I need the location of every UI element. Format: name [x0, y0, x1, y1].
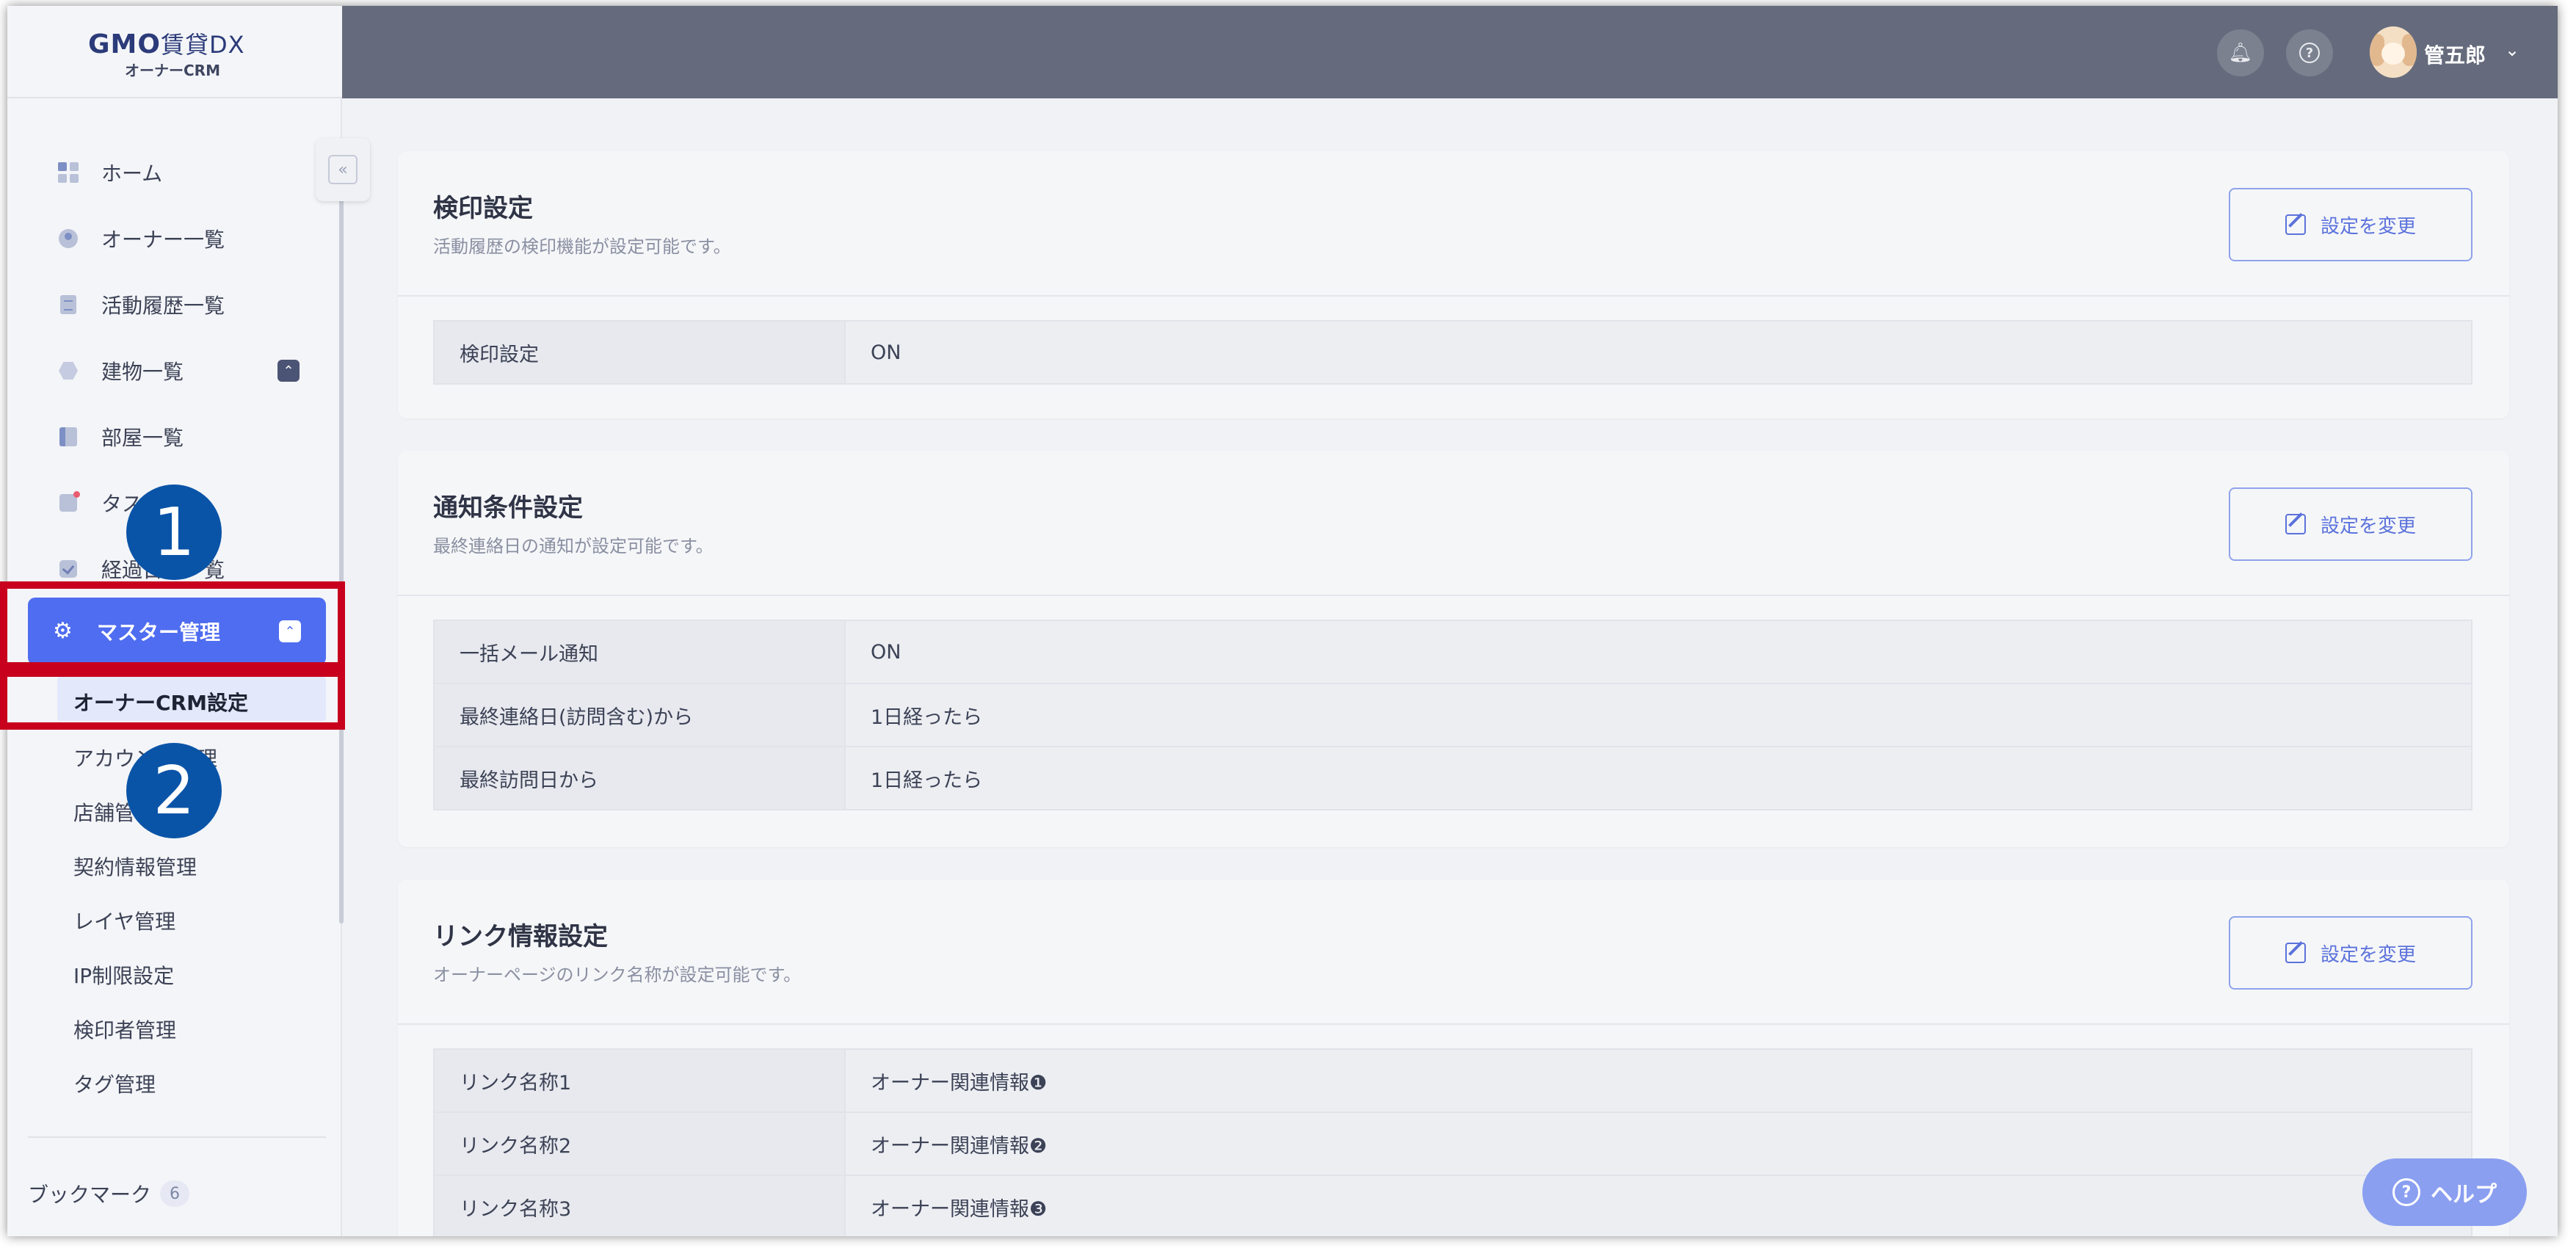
edit-settings-button[interactable]: 設定を変更	[2229, 916, 2472, 990]
table-row: リンク名称3 オーナー関連情報❸	[433, 1175, 2472, 1236]
card-divider	[398, 595, 2509, 596]
card-description: 最終連絡日の通知が設定可能です。	[433, 536, 714, 556]
owner-icon	[57, 228, 79, 250]
stamp-settings-card: 検印設定 活動履歴の検印機能が設定可能です。 設定を変更 検印設定 ON	[398, 151, 2509, 418]
bookmark-count-badge: 6	[160, 1180, 190, 1207]
chevron-down-icon[interactable]: ⌄	[2505, 40, 2519, 60]
table-row: リンク名称2 オーナー関連情報❷	[433, 1111, 2472, 1176]
double-chevron-left-icon: «	[328, 155, 358, 184]
table-key: 最終訪問日から	[433, 746, 846, 810]
sidebar-item-label: ホーム	[101, 162, 163, 186]
card-divider	[398, 1023, 2509, 1025]
app-window: GMO賃貸DX オーナーCRM ホーム オーナー一覧 活動履歴一覧 建物一覧 ⌃…	[7, 6, 2558, 1236]
sidebar-item-activity[interactable]: 活動履歴一覧	[28, 279, 326, 330]
button-label: 設定を変更	[2320, 215, 2416, 238]
sidebar-scrollbar[interactable]	[339, 145, 344, 924]
building-icon	[57, 360, 79, 382]
chevron-up-icon[interactable]: ⌃	[277, 360, 300, 382]
table-value: 1日経ったら	[844, 746, 2472, 810]
logo-suffix-text: 賃貸DX	[160, 31, 245, 59]
table-key: リンク名称1	[433, 1048, 846, 1113]
app-logo[interactable]: GMO賃貸DX オーナーCRM	[7, 6, 342, 98]
card-title: 通知条件設定	[433, 493, 583, 523]
card-description: 活動履歴の検印機能が設定可能です。	[433, 236, 731, 257]
avatar[interactable]	[2370, 26, 2417, 78]
highlight-box-master	[0, 581, 345, 670]
table-key: 一括メール通知	[433, 620, 846, 684]
sidebar-item-label: 部屋一覧	[101, 426, 184, 450]
sidebar-item-label: オーナー一覧	[101, 228, 225, 252]
activity-doc-icon	[57, 294, 79, 316]
link-settings-card: リンク情報設定 オーナーページのリンク名称が設定可能です。 設定を変更 リンク名…	[398, 879, 2509, 1236]
card-title: リンク情報設定	[433, 922, 608, 951]
step-marker-1: 1	[126, 485, 222, 580]
sidebar-item-buildings[interactable]: 建物一覧 ⌃	[28, 345, 326, 396]
help-label: ヘルプ	[2431, 1182, 2497, 1208]
highlight-box-owner-crm-settings	[0, 670, 345, 730]
card-description: オーナーページのリンク名称が設定可能です。	[433, 965, 802, 985]
bookmark-section[interactable]: ブックマーク 6	[28, 1179, 190, 1208]
logo-brand: GMO賃貸DX	[88, 26, 245, 60]
edit-settings-button[interactable]: 設定を変更	[2229, 188, 2472, 261]
table-value: 1日経ったら	[844, 683, 2472, 747]
table-key: 最終連絡日(訪問含む)から	[433, 683, 846, 747]
settings-table: リンク名称1 オーナー関連情報❶ リンク名称2 オーナー関連情報❷ リンク名称3…	[433, 1048, 2472, 1236]
user-name[interactable]: 管五郎	[2424, 40, 2486, 69]
table-value: オーナー関連情報❸	[844, 1175, 2472, 1236]
table-value: ON	[844, 320, 2472, 385]
sidebar-item-label: 建物一覧	[101, 360, 184, 384]
help-button[interactable]: ?	[2286, 29, 2333, 76]
sidebar-item-label: 活動履歴一覧	[101, 294, 225, 318]
table-row: 一括メール通知 ON	[433, 620, 2472, 684]
help-floating-button[interactable]: ? ヘルプ	[2362, 1158, 2527, 1226]
table-row: 最終訪問日から 1日経ったら	[433, 746, 2472, 810]
table-value: オーナー関連情報❷	[844, 1111, 2472, 1176]
sidebar-item-owners[interactable]: オーナー一覧	[28, 213, 326, 264]
avatar-face	[2381, 43, 2405, 65]
logo-sub: オーナーCRM	[125, 62, 220, 79]
bookmark-label: ブックマーク	[28, 1183, 152, 1207]
sidebar-subitem-layers[interactable]: レイヤ管理	[73, 906, 175, 935]
room-icon	[57, 426, 79, 448]
help-icon: ?	[2299, 43, 2320, 63]
table-row: リンク名称1 オーナー関連情報❶	[433, 1048, 2472, 1113]
bell-icon: 🔔︎	[2228, 42, 2253, 64]
edit-icon	[2285, 943, 2306, 963]
table-row: 最終連絡日(訪問含む)から 1日経ったら	[433, 683, 2472, 747]
task-icon	[57, 491, 80, 514]
table-key: 検印設定	[433, 320, 846, 385]
top-header: 🔔︎ ? 管五郎 ⌄	[342, 6, 2558, 98]
notification-settings-card: 通知条件設定 最終連絡日の通知が設定可能です。 設定を変更 一括メール通知 ON…	[398, 451, 2509, 847]
sidebar-item-rooms[interactable]: 部屋一覧	[28, 411, 326, 462]
card-divider	[398, 295, 2509, 297]
help-icon: ?	[2392, 1178, 2420, 1206]
settings-table: 一括メール通知 ON 最終連絡日(訪問含む)から 1日経ったら 最終訪問日から …	[433, 620, 2472, 810]
card-title: 検印設定	[433, 194, 533, 223]
sidebar-subitem-tags[interactable]: タグ管理	[73, 1069, 156, 1098]
logo-brand-text: GMO	[88, 29, 161, 59]
edit-icon	[2285, 214, 2306, 235]
sidebar-subitem-contracts[interactable]: 契約情報管理	[73, 852, 197, 881]
check-icon	[57, 558, 79, 580]
edit-icon	[2285, 514, 2306, 534]
home-grid-icon	[57, 162, 79, 184]
sidebar-divider	[28, 1136, 326, 1138]
notification-button[interactable]: 🔔︎	[2217, 29, 2264, 76]
button-label: 設定を変更	[2320, 943, 2416, 966]
sidebar-item-home[interactable]: ホーム	[28, 147, 326, 198]
sidebar-subitem-approvers[interactable]: 検印者管理	[73, 1015, 176, 1044]
table-key: リンク名称3	[433, 1175, 846, 1236]
edit-settings-button[interactable]: 設定を変更	[2229, 487, 2472, 561]
step-marker-2: 2	[126, 743, 222, 838]
table-value: オーナー関連情報❶	[844, 1048, 2472, 1113]
settings-table: 検印設定 ON	[433, 320, 2472, 385]
table-row: 検印設定 ON	[433, 320, 2472, 385]
table-key: リンク名称2	[433, 1111, 846, 1176]
table-value: ON	[844, 620, 2472, 684]
button-label: 設定を変更	[2320, 515, 2416, 537]
sidebar-subitem-ip-restriction[interactable]: IP制限設定	[73, 960, 174, 990]
sidebar-collapse-button[interactable]: «	[316, 138, 370, 201]
